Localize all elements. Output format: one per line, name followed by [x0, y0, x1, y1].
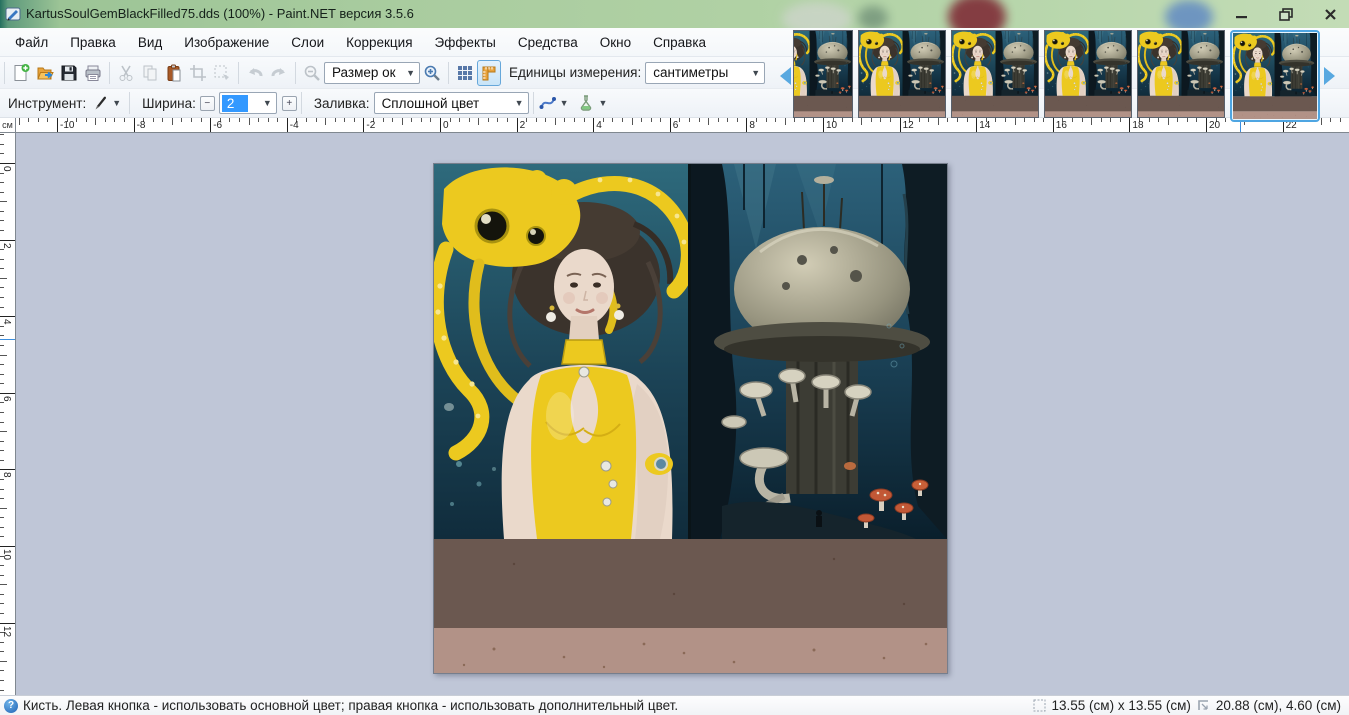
units-label: Единицы измерения: [509, 65, 641, 80]
chevron-down-icon[interactable]: ▼ [112, 98, 121, 108]
menu-file[interactable]: Файл [4, 31, 59, 54]
image-thumbnail-selected[interactable] [1230, 30, 1320, 122]
chevron-down-icon[interactable]: ▼ [598, 98, 607, 108]
new-file-button[interactable] [9, 60, 33, 86]
paste-icon [165, 64, 183, 82]
brush-tool-icon [91, 94, 109, 112]
canvas-image[interactable] [434, 164, 947, 673]
desktop-blur-artifact [858, 6, 888, 28]
ruler-unit-corner: см [0, 118, 16, 133]
cursor-position-icon [1197, 699, 1210, 712]
menu-effects[interactable]: Эффекты [424, 31, 507, 54]
thumbnail-scroll-right-icon[interactable] [1324, 67, 1335, 85]
menu-image[interactable]: Изображение [173, 31, 280, 54]
spline-style-button[interactable] [538, 90, 558, 116]
width-increase-button[interactable]: + [282, 96, 297, 111]
width-label: Ширина: [142, 96, 196, 111]
zoom-in-button[interactable] [420, 60, 444, 86]
image-size-value: 13.55 (см) x 13.55 (см) [1052, 698, 1191, 713]
menu-window[interactable]: Окно [589, 31, 642, 54]
status-message: Кисть. Левая кнопка - использовать основ… [23, 698, 678, 713]
thumbnail-scroll-left-icon[interactable] [780, 67, 791, 85]
desktop-blur-artifact [948, 0, 1006, 28]
save-icon [60, 64, 78, 82]
fill-style-value: Сплошной цвет [382, 96, 480, 111]
window-title: KartusSoulGemBlackFilled75.dds (100%) - … [26, 6, 414, 21]
vertical-ruler: 024681012 [0, 133, 16, 695]
menu-view[interactable]: Вид [127, 31, 173, 54]
ruler-toggle-icon [480, 64, 498, 82]
image-thumbnail[interactable] [793, 30, 853, 118]
spline-style-icon [539, 94, 557, 112]
thumbnail-list [793, 30, 1320, 122]
help-icon: ? [4, 699, 18, 713]
cursor-position-value: 20.88 (см), 4.60 (см) [1216, 698, 1341, 713]
image-thumbnail[interactable] [1137, 30, 1225, 118]
undo-button[interactable] [243, 60, 267, 86]
units-dropdown[interactable]: сантиметры ▼ [645, 62, 765, 84]
zoom-mode-value: Размер ок [332, 65, 396, 80]
cut-icon [117, 64, 135, 82]
open-file-icon [36, 64, 54, 82]
chevron-down-icon: ▼ [400, 68, 415, 78]
menu-layers[interactable]: Слои [280, 31, 335, 54]
menu-adjustments[interactable]: Коррекция [335, 31, 423, 54]
canvas[interactable] [433, 163, 948, 674]
antialias-button[interactable] [576, 90, 596, 116]
image-size-icon [1033, 699, 1046, 712]
minimize-button[interactable] [1229, 4, 1255, 24]
copy-button[interactable] [138, 60, 162, 86]
paste-button[interactable] [162, 60, 186, 86]
print-icon [84, 64, 102, 82]
save-button[interactable] [57, 60, 81, 86]
restore-button[interactable] [1273, 4, 1299, 24]
crop-icon [189, 64, 207, 82]
width-dropdown[interactable]: 2 ▼ [219, 92, 277, 114]
menu-edit[interactable]: Правка [59, 31, 127, 54]
antialias-flask-icon [577, 94, 595, 112]
fill-label: Заливка: [314, 96, 370, 111]
image-thumbnail[interactable] [1044, 30, 1132, 118]
width-decrease-button[interactable]: − [200, 96, 215, 111]
zoom-mode-dropdown[interactable]: Размер ок ▼ [324, 62, 420, 84]
zoom-out-icon [303, 64, 321, 82]
image-list-strip [780, 28, 1349, 123]
redo-button[interactable] [267, 60, 291, 86]
chevron-down-icon: ▼ [745, 68, 760, 78]
close-button[interactable] [1317, 4, 1343, 24]
deselect-icon [213, 64, 231, 82]
menu-help[interactable]: Справка [642, 31, 717, 54]
workspace[interactable] [16, 133, 1349, 695]
chevron-down-icon: ▼ [257, 98, 272, 108]
chevron-down-icon: ▼ [509, 98, 524, 108]
zoom-out-button[interactable] [300, 60, 324, 86]
redo-icon [270, 64, 288, 82]
open-file-button[interactable] [33, 60, 57, 86]
print-button[interactable] [81, 60, 105, 86]
grid-icon [456, 64, 474, 82]
cut-button[interactable] [114, 60, 138, 86]
width-value: 2 [222, 95, 249, 112]
zoom-in-icon [423, 64, 441, 82]
undo-icon [246, 64, 264, 82]
grid-toggle-button[interactable] [453, 60, 477, 86]
deselect-button[interactable] [210, 60, 234, 86]
ruler-toggle-button[interactable] [477, 60, 501, 86]
paintnet-app-icon [5, 6, 21, 22]
menu-utilities[interactable]: Средства [507, 31, 589, 54]
image-thumbnail[interactable] [951, 30, 1039, 118]
brush-tool-button[interactable] [90, 90, 110, 116]
image-thumbnail[interactable] [858, 30, 946, 118]
tool-label: Инструмент: [8, 96, 86, 111]
status-bar: ? Кисть. Левая кнопка - использовать осн… [0, 695, 1349, 715]
desktop-blur-artifact [782, 2, 852, 28]
fill-style-dropdown[interactable]: Сплошной цвет ▼ [374, 92, 529, 114]
new-file-icon [12, 64, 30, 82]
title-bar: KartusSoulGemBlackFilled75.dds (100%) - … [0, 0, 1349, 28]
copy-icon [141, 64, 159, 82]
crop-button[interactable] [186, 60, 210, 86]
chevron-down-icon[interactable]: ▼ [560, 98, 569, 108]
units-value: сантиметры [653, 65, 728, 80]
desktop-blur-artifact [1165, 0, 1213, 28]
